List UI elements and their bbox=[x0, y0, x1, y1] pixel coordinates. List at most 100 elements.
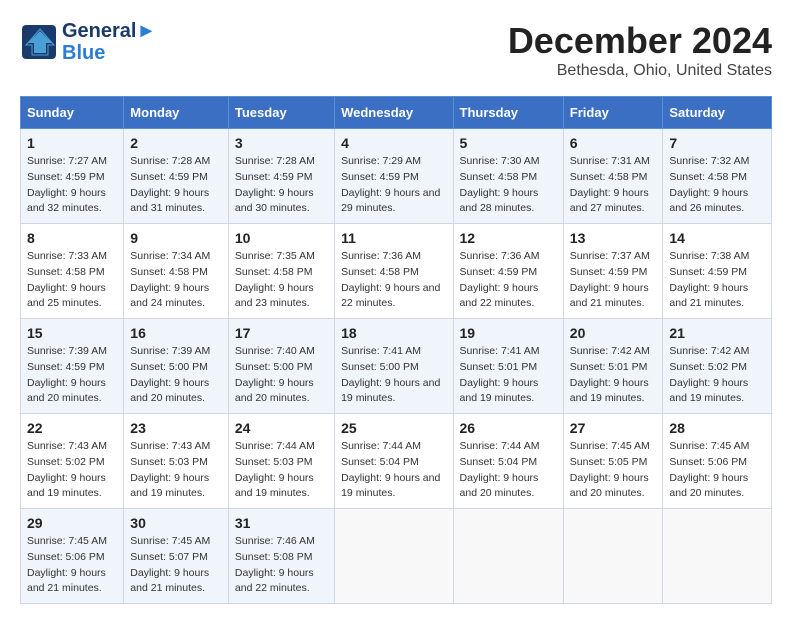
day-number: 24 bbox=[235, 420, 328, 436]
day-info: Sunrise: 7:36 AM Sunset: 4:59 PM Dayligh… bbox=[460, 249, 557, 312]
col-header-sunday: Sunday bbox=[21, 97, 124, 129]
calendar-cell bbox=[453, 509, 563, 604]
calendar-cell: 31 Sunrise: 7:46 AM Sunset: 5:08 PM Dayl… bbox=[228, 509, 334, 604]
calendar-cell: 30 Sunrise: 7:45 AM Sunset: 5:07 PM Dayl… bbox=[124, 509, 229, 604]
day-info: Sunrise: 7:39 AM Sunset: 4:59 PM Dayligh… bbox=[27, 344, 117, 407]
calendar-cell: 5 Sunrise: 7:30 AM Sunset: 4:58 PM Dayli… bbox=[453, 129, 563, 224]
day-number: 1 bbox=[27, 135, 117, 151]
day-info: Sunrise: 7:45 AM Sunset: 5:07 PM Dayligh… bbox=[130, 534, 222, 597]
day-info: Sunrise: 7:41 AM Sunset: 5:01 PM Dayligh… bbox=[460, 344, 557, 407]
calendar-cell: 24 Sunrise: 7:44 AM Sunset: 5:03 PM Dayl… bbox=[228, 414, 334, 509]
calendar-cell: 11 Sunrise: 7:36 AM Sunset: 4:58 PM Dayl… bbox=[335, 224, 453, 319]
logo-blue: Blue bbox=[62, 42, 156, 64]
day-number: 25 bbox=[341, 420, 446, 436]
calendar-week-row: 22 Sunrise: 7:43 AM Sunset: 5:02 PM Dayl… bbox=[21, 414, 772, 509]
day-info: Sunrise: 7:34 AM Sunset: 4:58 PM Dayligh… bbox=[130, 249, 222, 312]
calendar-cell: 12 Sunrise: 7:36 AM Sunset: 4:59 PM Dayl… bbox=[453, 224, 563, 319]
day-info: Sunrise: 7:31 AM Sunset: 4:58 PM Dayligh… bbox=[570, 154, 657, 217]
page-header: General► Blue December 2024 Bethesda, Oh… bbox=[20, 20, 772, 80]
calendar-cell: 9 Sunrise: 7:34 AM Sunset: 4:58 PM Dayli… bbox=[124, 224, 229, 319]
day-number: 15 bbox=[27, 325, 117, 341]
col-header-tuesday: Tuesday bbox=[228, 97, 334, 129]
day-number: 12 bbox=[460, 230, 557, 246]
day-number: 18 bbox=[341, 325, 446, 341]
day-number: 26 bbox=[460, 420, 557, 436]
col-header-saturday: Saturday bbox=[663, 97, 772, 129]
col-header-thursday: Thursday bbox=[453, 97, 563, 129]
calendar-cell: 25 Sunrise: 7:44 AM Sunset: 5:04 PM Dayl… bbox=[335, 414, 453, 509]
calendar-cell: 10 Sunrise: 7:35 AM Sunset: 4:58 PM Dayl… bbox=[228, 224, 334, 319]
day-number: 5 bbox=[460, 135, 557, 151]
day-info: Sunrise: 7:45 AM Sunset: 5:06 PM Dayligh… bbox=[669, 439, 765, 502]
calendar-cell: 20 Sunrise: 7:42 AM Sunset: 5:01 PM Dayl… bbox=[563, 319, 663, 414]
calendar-cell: 28 Sunrise: 7:45 AM Sunset: 5:06 PM Dayl… bbox=[663, 414, 772, 509]
day-number: 9 bbox=[130, 230, 222, 246]
day-info: Sunrise: 7:44 AM Sunset: 5:04 PM Dayligh… bbox=[341, 439, 446, 502]
day-info: Sunrise: 7:29 AM Sunset: 4:59 PM Dayligh… bbox=[341, 154, 446, 217]
day-info: Sunrise: 7:45 AM Sunset: 5:05 PM Dayligh… bbox=[570, 439, 657, 502]
day-number: 4 bbox=[341, 135, 446, 151]
calendar-cell: 17 Sunrise: 7:40 AM Sunset: 5:00 PM Dayl… bbox=[228, 319, 334, 414]
calendar-cell: 15 Sunrise: 7:39 AM Sunset: 4:59 PM Dayl… bbox=[21, 319, 124, 414]
day-info: Sunrise: 7:28 AM Sunset: 4:59 PM Dayligh… bbox=[235, 154, 328, 217]
logo-icon bbox=[20, 23, 58, 61]
calendar-cell: 14 Sunrise: 7:38 AM Sunset: 4:59 PM Dayl… bbox=[663, 224, 772, 319]
day-number: 30 bbox=[130, 515, 222, 531]
day-number: 29 bbox=[27, 515, 117, 531]
calendar-week-row: 1 Sunrise: 7:27 AM Sunset: 4:59 PM Dayli… bbox=[21, 129, 772, 224]
location-title: Bethesda, Ohio, United States bbox=[508, 62, 772, 80]
day-number: 2 bbox=[130, 135, 222, 151]
col-header-wednesday: Wednesday bbox=[335, 97, 453, 129]
day-number: 3 bbox=[235, 135, 328, 151]
day-info: Sunrise: 7:40 AM Sunset: 5:00 PM Dayligh… bbox=[235, 344, 328, 407]
day-info: Sunrise: 7:42 AM Sunset: 5:02 PM Dayligh… bbox=[669, 344, 765, 407]
calendar-cell: 26 Sunrise: 7:44 AM Sunset: 5:04 PM Dayl… bbox=[453, 414, 563, 509]
day-number: 6 bbox=[570, 135, 657, 151]
day-number: 22 bbox=[27, 420, 117, 436]
day-number: 13 bbox=[570, 230, 657, 246]
calendar-cell: 1 Sunrise: 7:27 AM Sunset: 4:59 PM Dayli… bbox=[21, 129, 124, 224]
month-title: December 2024 bbox=[508, 20, 772, 62]
day-info: Sunrise: 7:39 AM Sunset: 5:00 PM Dayligh… bbox=[130, 344, 222, 407]
calendar-cell: 29 Sunrise: 7:45 AM Sunset: 5:06 PM Dayl… bbox=[21, 509, 124, 604]
day-info: Sunrise: 7:36 AM Sunset: 4:58 PM Dayligh… bbox=[341, 249, 446, 312]
day-number: 7 bbox=[669, 135, 765, 151]
day-info: Sunrise: 7:38 AM Sunset: 4:59 PM Dayligh… bbox=[669, 249, 765, 312]
calendar-cell: 2 Sunrise: 7:28 AM Sunset: 4:59 PM Dayli… bbox=[124, 129, 229, 224]
day-number: 21 bbox=[669, 325, 765, 341]
calendar-cell: 16 Sunrise: 7:39 AM Sunset: 5:00 PM Dayl… bbox=[124, 319, 229, 414]
day-info: Sunrise: 7:45 AM Sunset: 5:06 PM Dayligh… bbox=[27, 534, 117, 597]
col-header-friday: Friday bbox=[563, 97, 663, 129]
day-info: Sunrise: 7:41 AM Sunset: 5:00 PM Dayligh… bbox=[341, 344, 446, 407]
calendar-cell: 23 Sunrise: 7:43 AM Sunset: 5:03 PM Dayl… bbox=[124, 414, 229, 509]
logo-name: General► bbox=[62, 20, 156, 42]
calendar-cell bbox=[563, 509, 663, 604]
calendar-week-row: 15 Sunrise: 7:39 AM Sunset: 4:59 PM Dayl… bbox=[21, 319, 772, 414]
day-info: Sunrise: 7:42 AM Sunset: 5:01 PM Dayligh… bbox=[570, 344, 657, 407]
col-header-monday: Monday bbox=[124, 97, 229, 129]
day-info: Sunrise: 7:43 AM Sunset: 5:02 PM Dayligh… bbox=[27, 439, 117, 502]
day-number: 19 bbox=[460, 325, 557, 341]
calendar-cell: 7 Sunrise: 7:32 AM Sunset: 4:58 PM Dayli… bbox=[663, 129, 772, 224]
day-number: 27 bbox=[570, 420, 657, 436]
logo: General► Blue bbox=[20, 20, 156, 64]
calendar-cell: 4 Sunrise: 7:29 AM Sunset: 4:59 PM Dayli… bbox=[335, 129, 453, 224]
day-number: 8 bbox=[27, 230, 117, 246]
day-info: Sunrise: 7:46 AM Sunset: 5:08 PM Dayligh… bbox=[235, 534, 328, 597]
calendar-header-row: SundayMondayTuesdayWednesdayThursdayFrid… bbox=[21, 97, 772, 129]
calendar-cell: 6 Sunrise: 7:31 AM Sunset: 4:58 PM Dayli… bbox=[563, 129, 663, 224]
day-number: 28 bbox=[669, 420, 765, 436]
calendar-cell: 8 Sunrise: 7:33 AM Sunset: 4:58 PM Dayli… bbox=[21, 224, 124, 319]
day-number: 20 bbox=[570, 325, 657, 341]
day-info: Sunrise: 7:27 AM Sunset: 4:59 PM Dayligh… bbox=[27, 154, 117, 217]
calendar-cell bbox=[335, 509, 453, 604]
calendar-cell: 27 Sunrise: 7:45 AM Sunset: 5:05 PM Dayl… bbox=[563, 414, 663, 509]
calendar-cell: 22 Sunrise: 7:43 AM Sunset: 5:02 PM Dayl… bbox=[21, 414, 124, 509]
calendar-cell: 3 Sunrise: 7:28 AM Sunset: 4:59 PM Dayli… bbox=[228, 129, 334, 224]
day-number: 31 bbox=[235, 515, 328, 531]
day-number: 10 bbox=[235, 230, 328, 246]
day-info: Sunrise: 7:37 AM Sunset: 4:59 PM Dayligh… bbox=[570, 249, 657, 312]
calendar-cell: 21 Sunrise: 7:42 AM Sunset: 5:02 PM Dayl… bbox=[663, 319, 772, 414]
day-number: 16 bbox=[130, 325, 222, 341]
day-info: Sunrise: 7:43 AM Sunset: 5:03 PM Dayligh… bbox=[130, 439, 222, 502]
